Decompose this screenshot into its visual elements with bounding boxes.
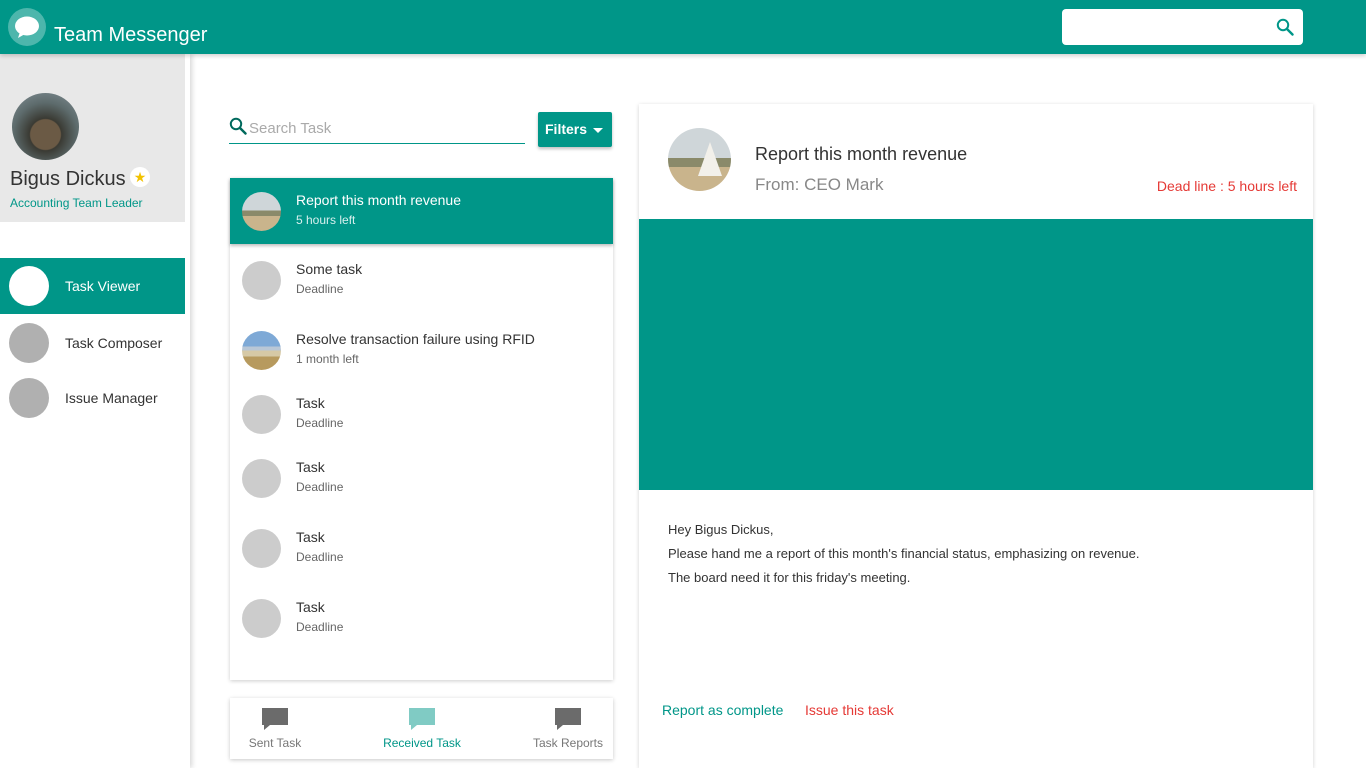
message-line: Please hand me a report of this month's … <box>668 546 1140 561</box>
tab-label: Sent Task <box>248 736 302 750</box>
chat-bubble-icon <box>8 8 46 46</box>
nav-item-label: Task Viewer <box>65 278 141 294</box>
task-item[interactable]: Some task Deadline <box>230 247 613 313</box>
star-icon: ★ <box>130 167 150 187</box>
detail-message: Hey Bigus Dickus, Please hand me a repor… <box>668 518 1139 590</box>
top-bar: Team Messenger <box>0 0 1366 54</box>
bottom-tabs: Sent Task Received Task Task Reports <box>230 698 613 759</box>
search-icon <box>229 117 247 135</box>
sidebar: Bigus Dickus ★ Accounting Team Leader Ta… <box>0 54 190 768</box>
task-title: Task <box>296 395 325 411</box>
tab-task-reports[interactable]: Task Reports <box>513 698 623 759</box>
task-thumbnail <box>242 459 281 498</box>
task-item[interactable]: Task Deadline <box>230 445 613 511</box>
task-title: Task <box>296 459 325 475</box>
task-deadline: Deadline <box>296 416 344 430</box>
message-icon <box>409 708 435 730</box>
task-thumbnail <box>242 529 281 568</box>
tab-sent-task[interactable]: Sent Task <box>220 698 330 759</box>
task-title: Task <box>296 529 325 545</box>
app-title: Team Messenger <box>54 24 208 46</box>
profile-card: Bigus Dickus ★ Accounting Team Leader <box>0 54 185 222</box>
message-icon <box>555 708 581 730</box>
tab-label: Task Reports <box>532 736 604 750</box>
task-title: Task <box>296 599 325 615</box>
nav-circle-icon <box>9 323 49 363</box>
nav-item-task-viewer[interactable]: Task Viewer <box>0 258 185 314</box>
detail-deadline: Dead line : 5 hours left <box>1156 178 1297 194</box>
filters-label: Filters <box>545 121 588 137</box>
profile-name: Bigus Dickus <box>10 168 126 190</box>
message-icon <box>262 708 288 730</box>
message-line: The board need it for this friday's meet… <box>668 570 911 585</box>
profile-role: Accounting Team Leader <box>10 196 143 210</box>
avatar <box>12 93 79 160</box>
task-title: Report this month revenue <box>296 192 461 208</box>
global-search-input[interactable] <box>1062 9 1303 45</box>
nav-circle-icon <box>9 266 49 306</box>
sender-avatar <box>668 128 731 191</box>
task-list: Report this month revenue 5 hours left S… <box>230 178 613 680</box>
task-search <box>229 112 525 144</box>
message-line: Hey Bigus Dickus, <box>668 522 774 537</box>
task-title: Some task <box>296 261 363 277</box>
task-item[interactable]: Task Deadline <box>230 381 613 447</box>
nav-item-task-composer[interactable]: Task Composer <box>0 315 185 371</box>
task-deadline: Deadline <box>296 282 344 296</box>
tab-received-task[interactable]: Received Task <box>367 698 477 759</box>
task-item[interactable]: Task Deadline <box>230 515 613 581</box>
search-icon[interactable] <box>1273 15 1297 39</box>
task-detail-card: Report this month revenue From: CEO Mark… <box>639 104 1313 768</box>
detail-sender: From: CEO Mark <box>755 175 884 194</box>
detail-title: Report this month revenue <box>755 144 968 164</box>
nav-item-label: Task Composer <box>65 335 163 351</box>
task-deadline: Deadline <box>296 620 344 634</box>
task-deadline: 1 month left <box>296 352 359 366</box>
tipi-shape <box>698 142 722 176</box>
task-thumbnail <box>242 192 281 231</box>
nav-item-label: Issue Manager <box>65 390 158 406</box>
task-item[interactable]: Report this month revenue 5 hours left <box>230 178 613 244</box>
task-title: Resolve transaction failure using RFID <box>296 331 535 347</box>
task-thumbnail <box>242 395 281 434</box>
task-deadline: 5 hours left <box>296 213 356 227</box>
report-complete-link[interactable]: Report as complete <box>662 702 783 718</box>
tab-label: Received Task <box>383 736 461 750</box>
detail-banner <box>639 219 1313 490</box>
filters-button[interactable]: Filters <box>538 112 612 147</box>
task-thumbnail <box>242 331 281 370</box>
issue-task-link[interactable]: Issue this task <box>805 702 894 718</box>
nav-item-issue-manager[interactable]: Issue Manager <box>0 370 185 426</box>
app-root: Team Messenger Bigus Dickus ★ Accounting… <box>0 0 1366 768</box>
task-item[interactable]: Resolve transaction failure using RFID 1… <box>230 317 613 383</box>
task-item[interactable]: Task Deadline <box>230 585 613 651</box>
task-deadline: Deadline <box>296 550 344 564</box>
caret-down-icon <box>593 128 603 133</box>
task-thumbnail <box>242 599 281 638</box>
task-search-input[interactable] <box>249 116 519 140</box>
task-thumbnail <box>242 261 281 300</box>
task-deadline: Deadline <box>296 480 344 494</box>
nav-circle-icon <box>9 378 49 418</box>
